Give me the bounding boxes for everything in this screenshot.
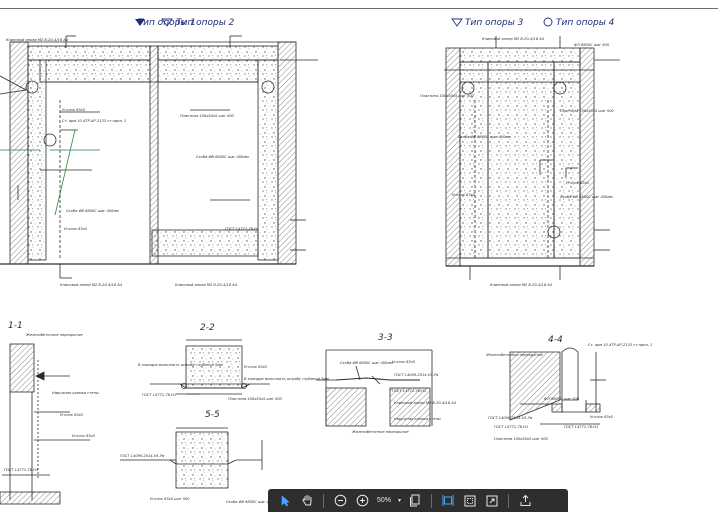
note-angle-2: Уголок 63х5 <box>64 227 88 231</box>
note-anchor-tr: Клиновой анкер М2 В-20-4/16 А4 <box>482 37 545 41</box>
title-support-type-3: Тип опоры 3 <box>465 18 524 28</box>
snapshot-button[interactable] <box>460 491 480 510</box>
fit-width-button[interactable] <box>438 491 458 510</box>
note-anchor-top-left: Клиновой анкер М2 В-20-4/16 А4 <box>6 38 69 42</box>
note-slab-4-4: Железобетонное перекрытие <box>485 353 543 357</box>
zoom-dropdown-toggle[interactable]: ▾ <box>395 497 404 504</box>
fullscreen-button[interactable] <box>482 491 502 510</box>
fit-width-icon <box>442 495 454 506</box>
note-gost-3-3b: ГОСТ 14771-76-Н1 <box>392 389 426 393</box>
note-gost-2-2: ГОСТ 14771-76-Н1 <box>142 393 176 397</box>
note-gost-weld: ГОСТ 14771-76-Н1 <box>225 227 259 231</box>
zoom-in-icon <box>356 494 368 507</box>
document-viewer: Тип опоры 1 Тип опоры 2 Клиновой анкер М… <box>0 0 718 512</box>
note-anchor-bottom: Клиновой анкер М2 В-20-4/16 А4 <box>60 283 123 287</box>
note-angle-3-3: Уголок 63х5 <box>392 360 416 364</box>
section-label-2-2: 2-2 <box>200 323 215 333</box>
note-angle-1-1b: Уголок 63х5 <box>72 434 96 438</box>
note-angle-tr: Уголок 63х5 <box>452 193 476 197</box>
plan-support-1-2 <box>0 35 318 279</box>
note-bracket: Скоба ФВ 6800С шаг 400мм <box>196 155 249 159</box>
note-angle-5-5: Уголок 63х5 шаг 500 <box>150 497 190 501</box>
note-gost-4-4b: ГОСТ 14771-76-Н1 <box>564 425 598 429</box>
toolbar-separator <box>508 493 510 508</box>
note-fl-4-4: ФЛ 6800С шаг 500 <box>544 397 580 401</box>
section-5-5 <box>120 427 263 489</box>
title-support-type-2: Тип опоры 2 <box>176 18 235 28</box>
note-plate-4-4: Пластина 100х50х5 шаг 500 <box>494 437 549 441</box>
note-angle-tr-2: Уголок 63х5 <box>566 181 590 185</box>
section-4-4 <box>509 347 606 425</box>
note-angle-1-1: Уголок 63х5 <box>60 413 84 417</box>
note-outer-edge-3-3: Наружная кромка стены <box>394 417 441 421</box>
note-fl-3-3: Скоба ФВ 6800С шаг 400мм <box>340 361 393 365</box>
section-label-5-5: 5-5 <box>205 410 220 420</box>
note-plate: Пластина 100х50х5 шаг 500 <box>180 114 235 118</box>
note-plate-tr-2: Пластина 100х50х5 шаг 500 <box>560 109 615 113</box>
zoom-out-icon <box>334 494 346 507</box>
section-label-1-1: 1-1 <box>8 321 23 331</box>
section-label-3-3: 3-3 <box>378 333 393 343</box>
note-gost-4-4: ГОСТ 14098-2014-Н1-Рв <box>488 416 532 420</box>
note-gost-5-5: ГОСТ 14098-2014-Н1-Рв <box>120 454 164 458</box>
note-outer-edge: Наружная кромка стены <box>52 391 99 395</box>
note-fl: ФЛ 6800С шаг 500 <box>574 43 610 47</box>
title-support-type-4: Тип опоры 4 <box>556 18 615 28</box>
open-triangle-marker-icon-3 <box>451 18 463 27</box>
note-bracket-tr: Скоба ФВ 6800С шаг 400мм <box>458 135 511 139</box>
fullscreen-icon <box>486 495 498 506</box>
note-anchor-3-3: Клиновой анкер М2 В-20-4/16 А4 <box>394 401 457 405</box>
upload-icon <box>520 494 531 506</box>
select-arrow-icon <box>281 494 290 506</box>
note-groove-2-2: В клиндре выполнить штрабу глубиной 5мм <box>138 363 223 367</box>
note-gost-4-4c: ГОСТ 14771-76-Н1 <box>494 425 528 429</box>
note-bracket-2: Скоба ФВ 6800С шаг 400мм <box>66 209 119 213</box>
note-rebar-4-4: Ст. арм 10 АТР-АР-2133 ст прил. 1 <box>588 343 652 347</box>
zoom-level-display[interactable]: 50% <box>373 491 395 510</box>
pan-hand-icon <box>302 495 311 506</box>
toolbar-separator <box>323 493 324 508</box>
snapshot-icon <box>464 495 476 506</box>
note-angle: Уголок 63х5 <box>62 108 86 112</box>
note-anchor-bottom-2: Клиновой анкер М2 В-20-4/16 А4 <box>175 283 238 287</box>
note-slab-1-1: Железобетонное перекрытие <box>25 333 83 337</box>
note-gost-3-3: ГОСТ 14098-2014-Н1-Рв <box>394 373 438 377</box>
viewer-toolbar: 50% ▾ <box>268 489 568 512</box>
note-plate-tr: Пластина 100х50х5 шаг 500 <box>420 94 475 98</box>
note-rebar: Ст. арм 10 АТР-АР-2133 ст прил. 1 <box>62 119 126 123</box>
zoom-out-button[interactable] <box>330 491 350 510</box>
zoom-in-button[interactable] <box>352 491 372 510</box>
note-angle-2-2: Уголок 63х5 <box>244 365 268 369</box>
fit-page-button[interactable] <box>405 491 425 510</box>
pan-tool-button[interactable] <box>297 491 317 510</box>
note-slab-3-3: Железобетонное перекрытие <box>351 430 409 434</box>
note-plate-2-2: Пластина 100х50х5 шаг 500 <box>228 397 283 401</box>
fit-page-icon <box>410 494 420 507</box>
note-angle-4-4: Уголок 63х5 <box>590 415 614 419</box>
circle-marker-icon <box>543 17 553 27</box>
section-1-1 <box>0 343 90 505</box>
note-anchor-tr-bottom: Клиновой анкер М2 В-20-4/16 А4 <box>490 283 553 287</box>
toolbar-separator <box>431 493 433 508</box>
note-bracket-tr-2: Скоба ФВ 6800С шаг 400мм <box>560 195 613 199</box>
section-label-4-4: 4-4 <box>548 335 563 345</box>
select-tool-button[interactable] <box>275 491 295 510</box>
plan-support-3-4 <box>444 36 620 280</box>
construction-drawing: Тип опоры 1 Тип опоры 2 Клиновой анкер М… <box>0 17 652 505</box>
upload-button[interactable] <box>515 491 535 510</box>
note-gost-1-1: ГОСТ 14771-76-Н1 <box>4 468 38 472</box>
